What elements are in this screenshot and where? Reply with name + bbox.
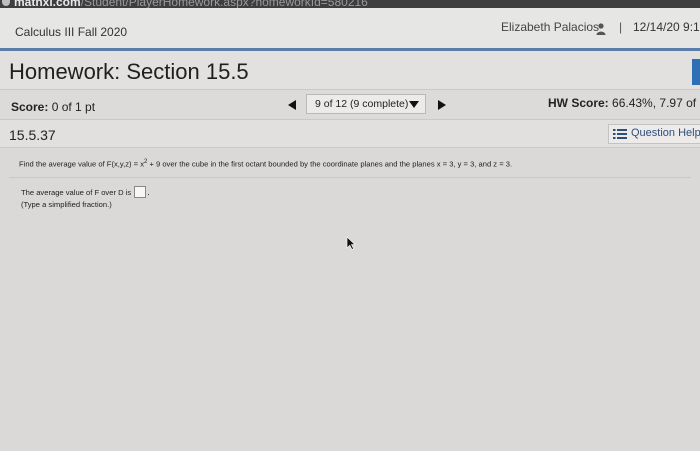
prompt-after: + 9 over the cube in the first octant bo… <box>147 159 513 169</box>
question-help-button[interactable]: Question Help <box>608 124 700 144</box>
browser-url-bar[interactable]: mathxl.com/Student/PlayerHomework.aspx?h… <box>0 0 700 8</box>
score-label: Score: <box>11 100 49 114</box>
lock-icon <box>2 0 10 6</box>
question-score: Score: 0 of 1 pt <box>11 100 95 114</box>
triangle-left-icon[interactable] <box>288 100 296 110</box>
mouse-cursor-icon <box>346 236 356 250</box>
person-icon[interactable] <box>596 23 606 35</box>
course-name: Calculus III Fall 2020 <box>15 25 128 39</box>
url-path: /Student/PlayerHomework.aspx?homeworkId=… <box>80 0 368 8</box>
url-host: mathxl.com <box>14 0 81 8</box>
answer-suffix: . <box>147 187 150 197</box>
page-title: Homework: Section 15.5 <box>9 59 249 84</box>
header-datetime: 12/14/20 9:13 <box>633 20 700 34</box>
homework-score: HW Score: 66.43%, 7.97 of 12 pts <box>548 96 700 110</box>
prompt-before: Find the average value of F(x,y,z) = x <box>19 159 144 169</box>
triangle-down-icon <box>409 101 419 108</box>
course-header: Calculus III Fall 2020 Elizabeth Palacio… <box>0 8 700 48</box>
answer-prefix: The average value of F over D is <box>21 188 134 197</box>
score-row: Score: 0 of 1 pt 9 of 12 (9 complete) HW… <box>0 89 700 120</box>
question-selector[interactable]: 9 of 12 (9 complete) <box>306 94 426 114</box>
hw-score-label: HW Score: <box>548 96 609 110</box>
answer-line: The average value of F over D is . <box>21 186 150 198</box>
score-value: 0 of 1 pt <box>48 100 96 114</box>
list-icon <box>613 129 627 139</box>
question-divider <box>9 177 691 178</box>
question-selector-label: 9 of 12 (9 complete) <box>315 98 409 110</box>
title-bar: Homework: Section 15.5 <box>0 51 700 89</box>
user-name[interactable]: Elizabeth Palacios <box>501 20 599 34</box>
problem-id-row: 15.5.37 Question Help <box>0 119 700 148</box>
side-panel-tab[interactable] <box>692 59 700 85</box>
question-help-label: Question Help <box>631 127 700 139</box>
url-text[interactable]: mathxl.com/Student/PlayerHomework.aspx?h… <box>14 0 368 8</box>
triangle-right-icon[interactable] <box>438 100 446 110</box>
answer-hint: (Type a simplified fraction.) <box>21 200 112 209</box>
problem-id: 15.5.37 <box>9 127 56 143</box>
header-separator: | <box>619 20 623 34</box>
question-prompt: Find the average value of F(x,y,z) = x2 … <box>19 159 512 169</box>
hw-score-value: 66.43%, 7.97 of 12 pts <box>612 96 700 110</box>
question-panel: Find the average value of F(x,y,z) = x2 … <box>0 147 700 451</box>
answer-input[interactable] <box>134 186 147 198</box>
